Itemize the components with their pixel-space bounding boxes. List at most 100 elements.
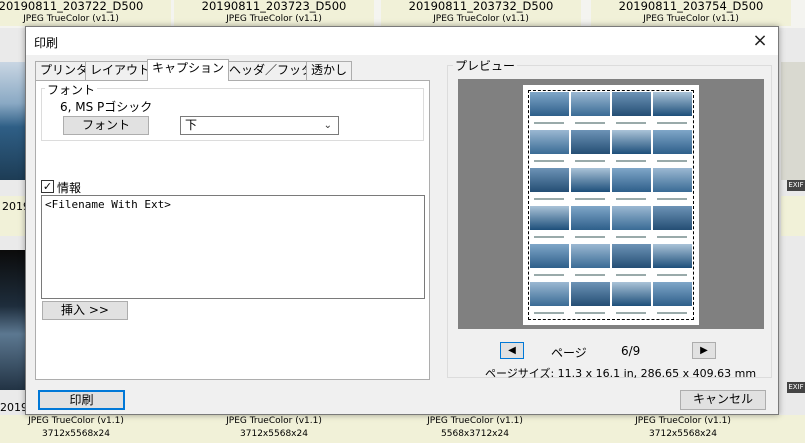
thumbnail-caption[interactable]: JPEG TrueColor (v1.1) 3712x5568x24 bbox=[0, 415, 176, 441]
thumbnail-caption[interactable]: 20190811_203754_D500 JPEG TrueColor (v1.… bbox=[591, 0, 791, 26]
preview-photo-caption bbox=[575, 274, 605, 276]
next-page-button[interactable]: ▶ bbox=[692, 342, 716, 359]
font-button[interactable]: フォント bbox=[63, 116, 149, 135]
preview-photo-thumbnail bbox=[571, 130, 610, 154]
thumbnail-image[interactable] bbox=[781, 62, 805, 180]
preview-photo-caption bbox=[616, 198, 646, 200]
thumbnail-caption[interactable]: 20190811_203723_D500 JPEG TrueColor (v1.… bbox=[174, 0, 374, 26]
preview-photo-thumbnail bbox=[612, 168, 651, 192]
preview-photo-thumbnail bbox=[571, 282, 610, 306]
preview-photo-thumbnail bbox=[530, 92, 569, 116]
print-dialog: 印刷 × プリンタ レイアウト キャプション ヘッダ／フッタ 透かし フォント … bbox=[25, 26, 779, 415]
thumbnail-image[interactable] bbox=[0, 250, 25, 390]
tab-watermark[interactable]: 透かし bbox=[306, 61, 353, 80]
preview-photo-thumbnail bbox=[653, 92, 692, 116]
dialog-title: 印刷 bbox=[34, 36, 59, 50]
preview-page bbox=[523, 85, 699, 325]
info-checkbox[interactable]: ✓ bbox=[41, 180, 54, 193]
preview-photo-thumbnail bbox=[612, 206, 651, 230]
preview-photo-thumbnail bbox=[612, 92, 651, 116]
tab-caption[interactable]: キャプション bbox=[147, 59, 230, 81]
preview-photo-thumbnail bbox=[653, 130, 692, 154]
preview-photo-thumbnail bbox=[571, 168, 610, 192]
triangle-right-icon: ▶ bbox=[700, 345, 708, 356]
tab-layout[interactable]: レイアウト bbox=[85, 61, 156, 80]
thumbnail-caption[interactable]: JPEG TrueColor (v1.1) 3712x5568x24 bbox=[583, 415, 783, 441]
thumbnail-filename: 20190811_203722_D500 bbox=[0, 0, 144, 13]
preview-photo-caption bbox=[657, 236, 687, 238]
preview-photo-thumbnail bbox=[530, 130, 569, 154]
thumbnail-filetype: JPEG TrueColor (v1.1) bbox=[643, 14, 739, 24]
caption-position-select[interactable]: 下 ⌄ bbox=[180, 116, 339, 135]
thumbnail-filetype: JPEG TrueColor (v1.1) bbox=[28, 416, 124, 426]
thumbnail-dimensions: 3712x5568x24 bbox=[240, 429, 308, 439]
thumbnail-filename: 20190811_203754_D500 bbox=[618, 0, 764, 13]
preview-photo-caption bbox=[657, 160, 687, 162]
preview-photo-caption bbox=[575, 122, 605, 124]
preview-photo-thumbnail bbox=[530, 206, 569, 230]
thumbnail-filename: 20190811_203732_D500 bbox=[408, 0, 554, 13]
caption-position-value: 下 bbox=[185, 118, 198, 132]
print-button[interactable]: 印刷 bbox=[38, 390, 125, 410]
thumbnail-caption-right bbox=[781, 196, 805, 236]
print-preview bbox=[458, 79, 764, 329]
thumbnail-filename: 20190811_203723_D500 bbox=[201, 0, 347, 13]
preview-photo-caption bbox=[616, 122, 646, 124]
cancel-button[interactable]: キャンセル bbox=[680, 390, 766, 410]
preview-photo-thumbnail bbox=[653, 206, 692, 230]
preview-photo-thumbnail bbox=[612, 130, 651, 154]
thumbnail-filetype: JPEG TrueColor (v1.1) bbox=[433, 14, 529, 24]
chevron-down-icon: ⌄ bbox=[323, 120, 332, 131]
preview-photo-caption bbox=[575, 160, 605, 162]
preview-photo-caption bbox=[534, 312, 564, 314]
exif-badge: EXIF bbox=[787, 382, 805, 393]
thumbnail-filetype: JPEG TrueColor (v1.1) bbox=[226, 416, 322, 426]
prev-page-button[interactable]: ◀ bbox=[500, 342, 524, 359]
preview-photo-thumbnail bbox=[571, 92, 610, 116]
preview-photo-thumbnail bbox=[530, 244, 569, 268]
preview-photo-caption bbox=[657, 274, 687, 276]
page-size-text: ページサイズ: 11.3 x 16.1 in, 286.65 x 409.63 … bbox=[485, 367, 757, 380]
preview-photo-thumbnail bbox=[653, 168, 692, 192]
dialog-titlebar[interactable]: 印刷 × bbox=[26, 27, 778, 55]
tab-header-footer[interactable]: ヘッダ／フッタ bbox=[224, 61, 319, 80]
thumbnail-caption-left: 2019 bbox=[0, 196, 30, 236]
preview-photo-thumbnail bbox=[612, 282, 651, 306]
thumbnail-caption[interactable]: JPEG TrueColor (v1.1) 3712x5568x24 bbox=[174, 415, 374, 441]
thumbnail-image[interactable] bbox=[0, 62, 25, 180]
thumbnail-dimensions: 3712x5568x24 bbox=[649, 429, 717, 439]
preview-photo-caption bbox=[616, 160, 646, 162]
info-checkbox-label[interactable]: 情報 bbox=[57, 179, 81, 196]
preview-photo-caption bbox=[657, 198, 687, 200]
close-icon[interactable]: × bbox=[746, 28, 774, 54]
preview-photo-caption bbox=[534, 122, 564, 124]
preview-photo-caption bbox=[575, 312, 605, 314]
exif-badge: EXIF bbox=[787, 180, 805, 191]
thumbnail-filetype: JPEG TrueColor (v1.1) bbox=[23, 14, 119, 24]
page-indicator: 6/9 bbox=[621, 344, 641, 358]
thumbnail-caption[interactable]: 20190811_203732_D500 JPEG TrueColor (v1.… bbox=[381, 0, 581, 26]
preview-photo-caption bbox=[534, 160, 564, 162]
preview-photo-caption bbox=[657, 122, 687, 124]
preview-photo-thumbnail bbox=[653, 282, 692, 306]
preview-photo-caption bbox=[534, 274, 564, 276]
thumbnail-caption[interactable]: JPEG TrueColor (v1.1) 5568x3712x24 bbox=[375, 415, 575, 441]
preview-photo-caption bbox=[616, 236, 646, 238]
preview-photo-thumbnail bbox=[530, 168, 569, 192]
caption-template-textarea[interactable]: <Filename With Ext> bbox=[41, 195, 425, 299]
triangle-left-icon: ◀ bbox=[508, 345, 516, 356]
preview-photo-caption bbox=[575, 198, 605, 200]
preview-photo-caption bbox=[616, 274, 646, 276]
thumbnail-filetype: JPEG TrueColor (v1.1) bbox=[635, 416, 731, 426]
preview-photo-thumbnail bbox=[612, 244, 651, 268]
thumbnail-caption[interactable]: 20190811_203722_D500 JPEG TrueColor (v1.… bbox=[0, 0, 171, 26]
font-group-label: フォント bbox=[45, 81, 98, 98]
thumbnail-dimensions: 3712x5568x24 bbox=[42, 429, 110, 439]
current-font-text: 6, MS Pゴシック bbox=[60, 100, 153, 114]
preview-photo-grid bbox=[530, 92, 692, 318]
preview-group-label: プレビュー bbox=[453, 57, 518, 74]
preview-photo-thumbnail bbox=[571, 244, 610, 268]
preview-photo-caption bbox=[534, 198, 564, 200]
insert-button[interactable]: 挿入 >> bbox=[42, 301, 128, 320]
preview-photo-thumbnail bbox=[571, 206, 610, 230]
